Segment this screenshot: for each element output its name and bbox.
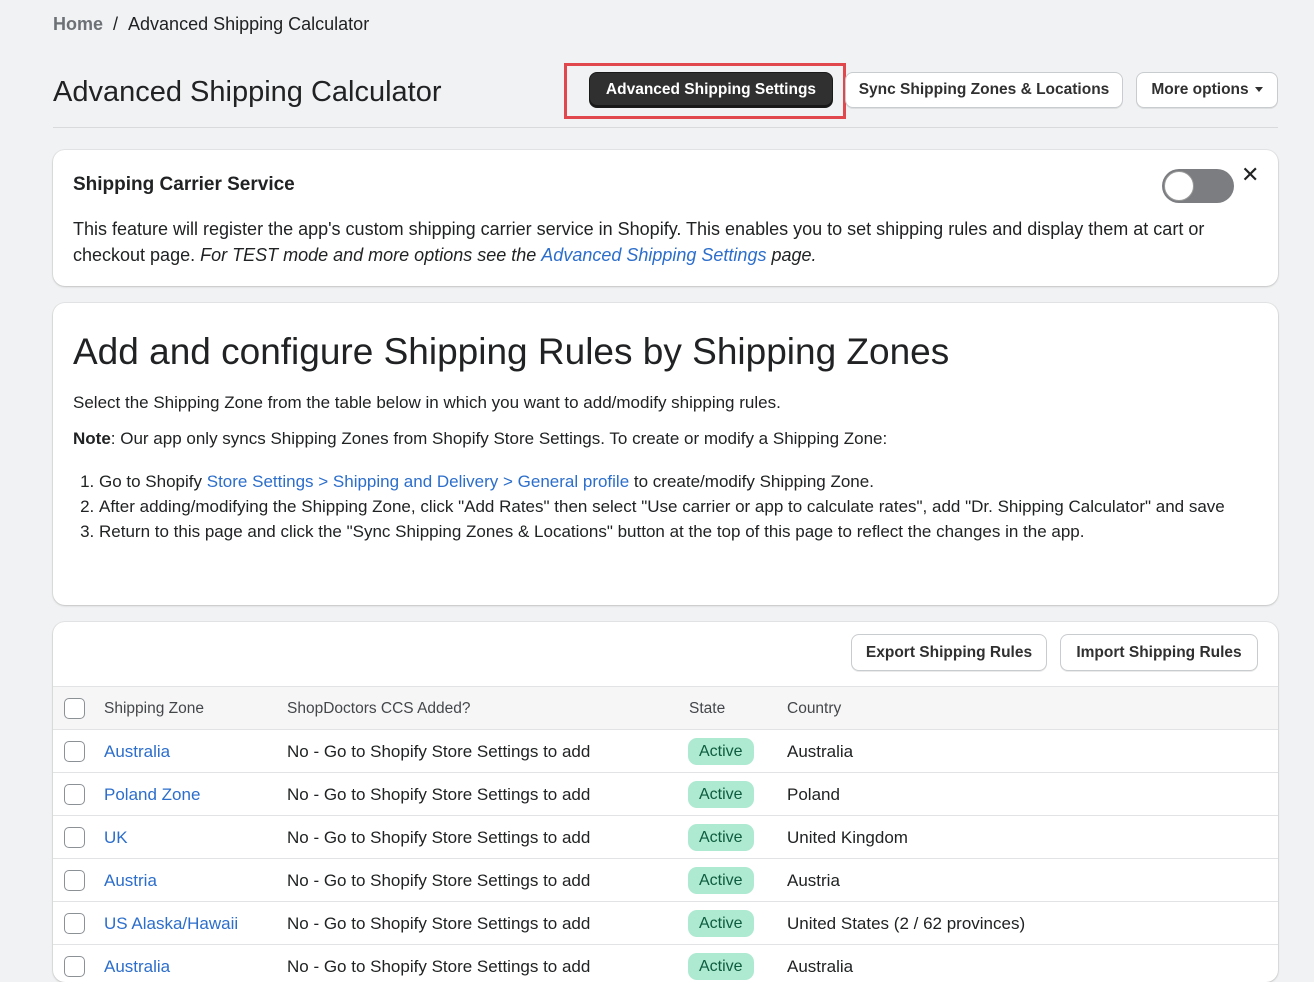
country-cell: Australia [787, 957, 854, 976]
select-all-checkbox[interactable] [64, 698, 85, 719]
status-badge: Active [688, 738, 754, 765]
ccs-status: No - Go to Shopify Store Settings to add [287, 828, 591, 847]
page-title: Advanced Shipping Calculator [53, 76, 442, 108]
carrier-text-italic: For TEST mode and more options see the [200, 245, 537, 265]
breadcrumb: Home / Advanced Shipping Calculator [53, 14, 369, 35]
carrier-text-end: page. [771, 245, 817, 265]
row-checkbox[interactable] [64, 870, 85, 891]
shipping-rules-heading: Add and configure Shipping Rules by Ship… [73, 331, 950, 372]
country-cell: United Kingdom [787, 828, 908, 847]
step-1-post: to create/modify Shipping Zone. [633, 472, 874, 491]
advanced-settings-link[interactable]: Advanced Shipping Settings [541, 245, 766, 265]
store-settings-link[interactable]: Store Settings > Shipping and Delivery >… [207, 472, 629, 491]
status-badge: Active [688, 910, 754, 937]
note-body: : Our app only syncs Shipping Zones from… [110, 429, 888, 448]
ccs-status: No - Go to Shopify Store Settings to add [287, 742, 591, 761]
step-1: Go to Shopify Store Settings > Shipping … [99, 469, 1259, 494]
ccs-status: No - Go to Shopify Store Settings to add [287, 914, 591, 933]
column-header-zone[interactable]: Shipping Zone [104, 700, 204, 718]
step-1-pre: Go to Shopify [99, 472, 203, 491]
toggle-knob [1164, 171, 1194, 201]
export-shipping-rules-button[interactable]: Export Shipping Rules [851, 634, 1047, 671]
country-cell: Austria [787, 871, 840, 890]
row-checkbox[interactable] [64, 827, 85, 848]
row-checkbox[interactable] [64, 956, 85, 977]
close-icon[interactable]: ✕ [1241, 162, 1259, 188]
shipping-rules-info-card: Add and configure Shipping Rules by Ship… [53, 303, 1278, 605]
select-zone-text: Select the Shipping Zone from the table … [73, 393, 781, 412]
row-checkbox[interactable] [64, 913, 85, 934]
carrier-service-title: Shipping Carrier Service [73, 174, 295, 195]
step-3: Return to this page and click the "Sync … [99, 519, 1259, 544]
carrier-service-description: This feature will register the app's cus… [73, 216, 1233, 268]
shipping-zones-table-card: Export Shipping Rules Import Shipping Ru… [53, 622, 1278, 982]
table-row[interactable]: Australia No - Go to Shopify Store Setti… [53, 730, 1278, 773]
column-header-ccs[interactable]: ShopDoctors CCS Added? [287, 700, 471, 718]
table-row[interactable]: US Alaska/Hawaii No - Go to Shopify Stor… [53, 902, 1278, 945]
column-header-state[interactable]: State [689, 700, 725, 718]
table-row[interactable]: UK No - Go to Shopify Store Settings to … [53, 816, 1278, 859]
ccs-status: No - Go to Shopify Store Settings to add [287, 957, 591, 976]
breadcrumb-home-link[interactable]: Home [53, 14, 103, 35]
carrier-service-card: Shipping Carrier Service ✕ This feature … [53, 150, 1278, 286]
zone-link[interactable]: Poland Zone [104, 785, 200, 805]
status-badge: Active [688, 824, 754, 851]
sync-shipping-zones-button[interactable]: Sync Shipping Zones & Locations [845, 72, 1123, 108]
import-shipping-rules-button[interactable]: Import Shipping Rules [1060, 634, 1258, 671]
advanced-shipping-settings-button[interactable]: Advanced Shipping Settings [589, 72, 833, 108]
breadcrumb-current: Advanced Shipping Calculator [128, 14, 370, 34]
ccs-status: No - Go to Shopify Store Settings to add [287, 785, 591, 804]
zone-link[interactable]: UK [104, 828, 128, 848]
more-options-button[interactable]: More options [1136, 72, 1278, 108]
breadcrumb-separator: / [113, 14, 119, 34]
note-text: Note: Our app only syncs Shipping Zones … [73, 429, 887, 449]
status-badge: Active [688, 781, 754, 808]
row-checkbox[interactable] [64, 784, 85, 805]
country-cell: United States (2 / 62 provinces) [787, 914, 1026, 933]
steps-list: Go to Shopify Store Settings > Shipping … [99, 469, 1259, 544]
zone-link[interactable]: Australia [104, 957, 170, 977]
note-label: Note [73, 429, 111, 448]
zone-link[interactable]: US Alaska/Hawaii [104, 914, 238, 934]
more-options-label: More options [1151, 81, 1249, 98]
header-divider [53, 127, 1278, 128]
row-checkbox[interactable] [64, 741, 85, 762]
zone-link[interactable]: Australia [104, 742, 170, 762]
zone-link[interactable]: Austria [104, 871, 157, 891]
country-cell: Poland [787, 785, 840, 804]
table-header: Shipping Zone ShopDoctors CCS Added? Sta… [53, 686, 1278, 730]
country-cell: Australia [787, 742, 854, 761]
ccs-status: No - Go to Shopify Store Settings to add [287, 871, 591, 890]
column-header-country[interactable]: Country [787, 700, 841, 718]
table-row[interactable]: Poland Zone No - Go to Shopify Store Set… [53, 773, 1278, 816]
caret-down-icon [1254, 86, 1263, 92]
status-badge: Active [688, 867, 754, 894]
carrier-service-toggle[interactable] [1162, 169, 1234, 203]
table-row[interactable]: Australia No - Go to Shopify Store Setti… [53, 945, 1278, 982]
table-row[interactable]: Austria No - Go to Shopify Store Setting… [53, 859, 1278, 902]
step-2: After adding/modifying the Shipping Zone… [99, 494, 1259, 519]
status-badge: Active [688, 953, 754, 980]
